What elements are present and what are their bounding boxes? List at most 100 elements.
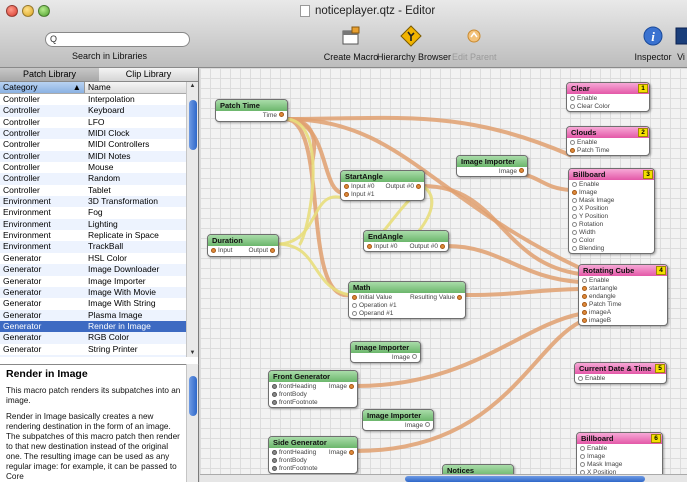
output-port[interactable] [412, 354, 417, 359]
canvas-scroll-thumb[interactable] [405, 476, 645, 482]
input-port[interactable] [580, 446, 585, 451]
input-port[interactable] [582, 286, 587, 291]
node-clear[interactable]: Clear 1 Enable Clear Color [566, 82, 650, 112]
input-port[interactable] [572, 190, 577, 195]
library-row[interactable]: Generator Image Downloader [0, 264, 187, 276]
input-port[interactable] [352, 311, 357, 316]
edit-parent-button[interactable]: Edit Parent [452, 24, 497, 62]
input-port[interactable] [582, 302, 587, 307]
close-window-button[interactable] [6, 5, 18, 17]
node-notices[interactable]: Notices [442, 464, 514, 474]
library-row[interactable]: Environment 3D Transformation [0, 196, 187, 208]
wire[interactable] [275, 242, 352, 297]
library-row[interactable]: Controller MIDI Notes [0, 150, 187, 163]
output-port[interactable] [425, 422, 430, 427]
library-row[interactable]: Environment Lighting [0, 218, 187, 231]
output-port[interactable] [457, 295, 462, 300]
input-port[interactable] [352, 295, 357, 300]
canvas-horizontal-scrollbar[interactable] [200, 474, 687, 482]
input-port[interactable] [570, 96, 575, 101]
input-port[interactable] [572, 214, 577, 219]
node-side-generator[interactable]: Side Generator frontHeading Image frontBo… [268, 436, 358, 474]
input-port[interactable] [578, 376, 583, 381]
input-port[interactable] [580, 462, 585, 467]
patch-editor-canvas[interactable]: Patch Time Time Duration Input Output Sta… [200, 68, 687, 474]
library-search-input[interactable]: Q [45, 32, 190, 47]
input-port[interactable] [580, 454, 585, 459]
library-row[interactable]: Generator Render in Image [0, 320, 187, 333]
library-row[interactable]: Controller Keyboard [0, 105, 187, 117]
input-port[interactable] [572, 206, 577, 211]
library-row[interactable]: Controller Mouse [0, 162, 187, 173]
input-port[interactable] [272, 450, 277, 455]
input-port[interactable] [572, 230, 577, 235]
library-row[interactable]: Controller Tablet [0, 185, 187, 196]
input-port[interactable] [272, 458, 277, 463]
input-port[interactable] [272, 384, 277, 389]
node-math[interactable]: Math Initial Value Resulting Value Operat… [348, 281, 466, 319]
input-port[interactable] [572, 222, 577, 227]
input-port[interactable] [572, 198, 577, 203]
input-port[interactable] [272, 466, 277, 471]
input-port[interactable] [367, 244, 372, 249]
library-list-scroll-thumb[interactable] [189, 100, 197, 150]
tab-clip-library[interactable]: Clip Library [99, 68, 198, 81]
node-end-angle[interactable]: EndAngle Input #0 Output #0 [363, 230, 449, 252]
input-port[interactable] [582, 278, 587, 283]
description-scroll-thumb[interactable] [189, 376, 197, 416]
node-duration[interactable]: Duration Input Output [207, 234, 279, 257]
node-front-generator[interactable]: Front Generator frontHeading Image frontB… [268, 370, 358, 408]
input-port[interactable] [570, 140, 575, 145]
wire[interactable] [463, 287, 582, 297]
input-port[interactable] [582, 318, 587, 323]
input-port[interactable] [344, 192, 349, 197]
input-port[interactable] [570, 104, 575, 109]
library-row[interactable]: Generator Plasma Image [0, 309, 187, 321]
input-port[interactable] [570, 148, 575, 153]
library-row[interactable]: Generator Image With Movie [0, 286, 187, 299]
output-port[interactable] [349, 450, 354, 455]
node-billboard[interactable]: Billboard 3 Enable Image Mask Image X Positi… [568, 168, 655, 254]
output-port[interactable] [440, 244, 445, 249]
input-port[interactable] [272, 392, 277, 397]
input-port[interactable] [582, 310, 587, 315]
input-port[interactable] [344, 184, 349, 189]
output-port[interactable] [416, 184, 421, 189]
library-list-scrollbar[interactable]: ▲ ▼ [186, 82, 198, 357]
library-row[interactable]: Environment TrackBall [0, 241, 187, 253]
minimize-window-button[interactable] [22, 5, 34, 17]
library-row[interactable]: Controller MIDI Clock [0, 128, 187, 140]
viewer-button[interactable]: Vi [675, 24, 687, 62]
node-start-angle[interactable]: StartAngle Input #0 Output #0 Input #1 [340, 170, 425, 201]
column-header-category[interactable]: Category ▲ [0, 82, 85, 93]
input-port[interactable] [572, 246, 577, 251]
input-port[interactable] [352, 303, 357, 308]
node-image-importer[interactable]: Image Importer Image [350, 341, 421, 363]
node-current-date-time[interactable]: Current Date & Time 5 Enable [574, 362, 667, 384]
library-row[interactable]: Controller Interpolation [0, 94, 187, 105]
output-port[interactable] [279, 112, 284, 117]
tab-patch-library[interactable]: Patch Library [0, 68, 99, 81]
library-row[interactable]: GeneratorVideo Input [0, 354, 187, 357]
input-port[interactable] [572, 182, 577, 187]
column-header-name[interactable]: Name [85, 82, 198, 93]
library-row[interactable]: Controller Random [0, 173, 187, 185]
input-port[interactable] [572, 238, 577, 243]
library-row[interactable]: Generator Image Importer [0, 276, 187, 287]
zoom-window-button[interactable] [38, 5, 50, 17]
library-row[interactable]: Generator RGB Color [0, 332, 187, 344]
library-row[interactable]: Environment Fog [0, 207, 187, 218]
scroll-down-arrow-icon[interactable]: ▼ [187, 350, 198, 356]
library-row[interactable]: Controller LFO [0, 117, 187, 128]
library-row[interactable]: Environment Replicate in Space [0, 230, 187, 241]
library-row[interactable]: Generator HSL Color [0, 253, 187, 264]
wire[interactable] [445, 244, 582, 284]
node-clouds[interactable]: Clouds 2 Enable Patch Time [566, 126, 650, 156]
library-row[interactable]: Generator String Printer [0, 344, 187, 355]
description-scrollbar[interactable] [186, 364, 198, 482]
input-port[interactable] [582, 294, 587, 299]
library-row[interactable]: Generator Image With String [0, 298, 187, 309]
node-billboard[interactable]: Billboard 6 Enable Image Mask Image X Positi… [576, 432, 663, 474]
library-row[interactable]: Controller MIDI Controllers [0, 139, 187, 150]
node-image-importer[interactable]: Image Importer Image [362, 409, 434, 431]
